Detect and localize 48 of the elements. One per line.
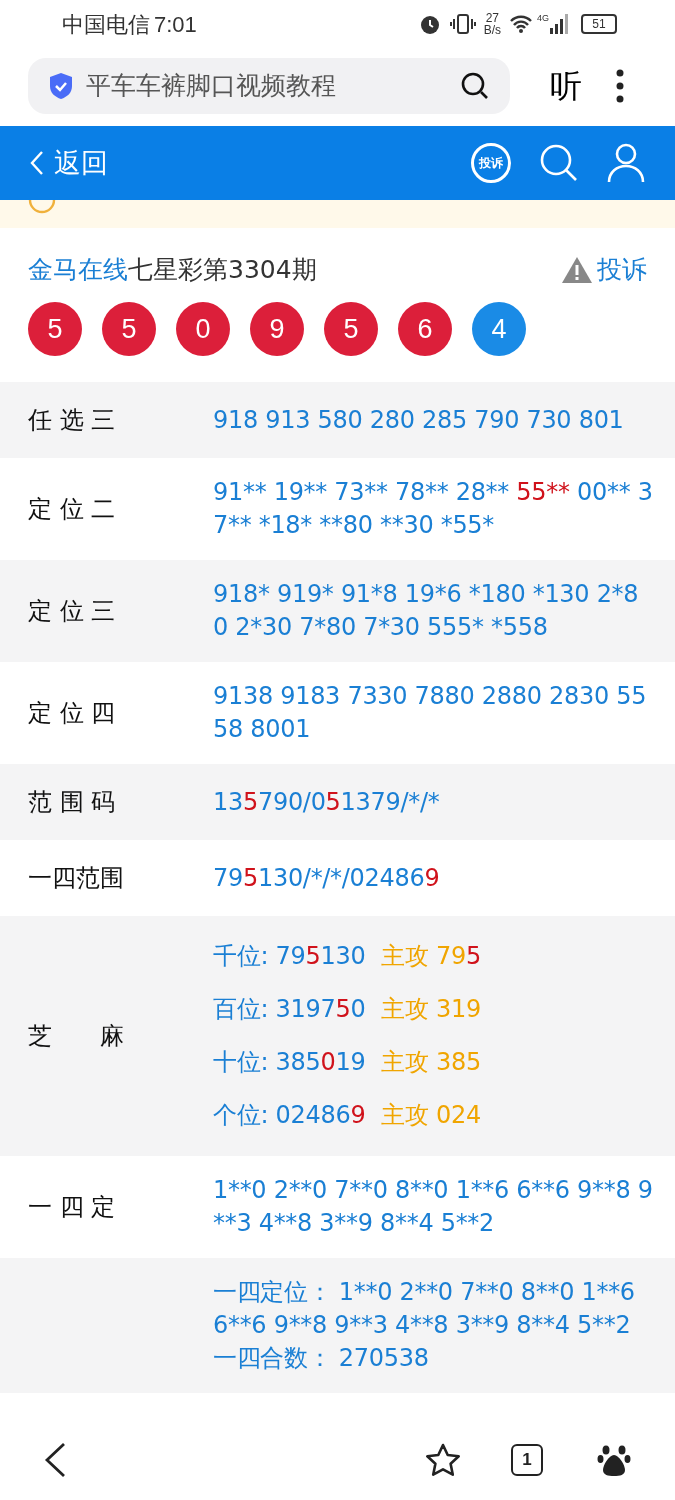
paw-icon[interactable] — [597, 1443, 631, 1477]
value-text: 135790/051379/*/* — [213, 786, 441, 818]
speed-unit-text: B/s — [483, 24, 501, 36]
carrier-text: 中国电信 — [62, 10, 150, 39]
user-icon[interactable] — [607, 143, 645, 183]
search-icon[interactable] — [460, 71, 490, 101]
complain-button[interactable]: 投诉 — [561, 251, 647, 289]
search-field[interactable]: 平车车裤脚口视频教程 — [28, 58, 510, 114]
row-label: 定 位 三 — [28, 597, 116, 625]
row-label: 一四范围 — [28, 864, 124, 892]
value-text: 918 913 580 280 285 790 730 801 — [213, 404, 625, 436]
warning-icon — [561, 256, 593, 284]
network-text: 4G — [537, 12, 549, 25]
value-text: 918* 919* 91*8 19*6 *180 *130 2*80 2*30 7*80 7*30 555* *558 — [213, 579, 640, 643]
value-text: 9138 9183 7330 7880 2880 2830 5558 8001 — [213, 681, 648, 745]
listen-button[interactable]: 听 — [550, 62, 582, 110]
row-label: 定 位 四 — [28, 699, 116, 727]
signal-icon — [549, 13, 569, 35]
wifi-icon — [509, 14, 533, 34]
back-icon[interactable] — [44, 1442, 66, 1478]
row-label: 芝 麻 — [28, 1022, 124, 1050]
row-label: 定 位 二 — [28, 495, 116, 523]
search-text: 平车车裤脚口视频教程 — [86, 70, 337, 103]
value-text: 千位: 795130 主攻 795 — [213, 941, 483, 972]
value-text: 个位: 024869 主攻 024 — [213, 1100, 482, 1131]
row-label: 一 四 定 — [28, 1193, 116, 1221]
complain-badge[interactable]: 投诉 — [471, 143, 511, 183]
value-text: 百位: 319750 主攻 319 — [213, 994, 482, 1025]
tab-count-button[interactable]: 1 — [511, 1444, 543, 1476]
issue-title: 七星彩第3304期 — [128, 254, 317, 287]
value-text: 一四合数： 270538 — [213, 1343, 430, 1374]
value-text: 795130/*/*/024869 — [213, 862, 441, 894]
value-text: 91** 19** 73** 78** 28** 55** 00** 37** *18* **80 **30 *55* — [213, 477, 653, 541]
vibrate-icon — [449, 12, 476, 36]
back-icon — [30, 150, 44, 176]
value-text: 1**0 2**0 7**0 8**0 1**6 6**6 9**8 9**3 4**8 3**9 8**4 5**2 — [213, 1175, 653, 1239]
back-button[interactable]: 返回 — [30, 142, 108, 184]
value-text: 十位: 385019 主攻 385 — [213, 1047, 482, 1078]
source-link[interactable]: 金马在线 — [28, 251, 128, 289]
clock-text: 7:01 — [154, 10, 197, 39]
shield-icon — [48, 72, 74, 100]
value-text: 一四定位： 1**0 2**0 7**0 8**0 1**6 6**6 9**8 9**3 4**8 3**9 8**4 5**2 — [213, 1277, 636, 1341]
row-label: 任 选 三 — [28, 406, 116, 434]
more-icon[interactable] — [616, 69, 624, 103]
star-icon[interactable] — [425, 1443, 461, 1477]
battery-indicator: 51 — [581, 14, 617, 34]
row-label: 范 围 码 — [28, 788, 116, 816]
speed-text: 27 — [485, 12, 499, 24]
